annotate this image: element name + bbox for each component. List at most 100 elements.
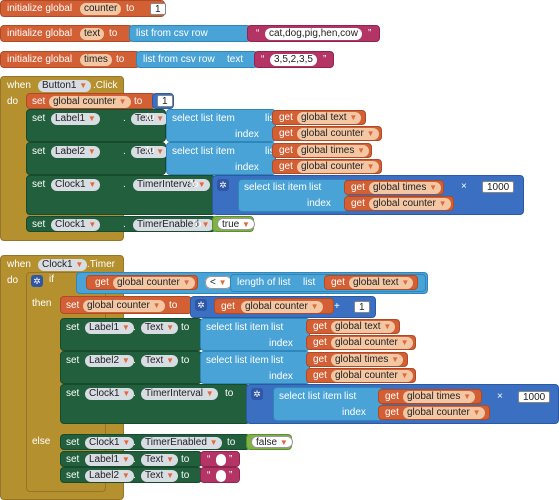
string-block[interactable]: “ ” — [200, 451, 240, 467]
get-block[interactable]: get global counter ▼ — [306, 335, 416, 350]
component-dropdown[interactable]: Label2 ▼ — [85, 355, 134, 367]
get-block[interactable]: get global counter ▼ — [272, 126, 382, 141]
var-dropdown[interactable]: global times ▼ — [297, 145, 370, 157]
select-list-item-block[interactable]: select list item list index — [200, 318, 310, 351]
component-dropdown[interactable]: Label2 ▼ — [51, 146, 100, 158]
get-block[interactable]: get global counter ▼ — [344, 196, 454, 211]
get-block[interactable]: get global counter ▼ — [272, 159, 382, 174]
property-dropdown[interactable]: TimerEnabled ▼ — [133, 219, 214, 231]
var-dropdown[interactable]: global counter ▼ — [297, 128, 379, 140]
var-dropdown[interactable]: global text ▼ — [297, 112, 362, 124]
set-global-counter-block[interactable]: set global counter ▼ to — [26, 93, 156, 109]
boolean-block[interactable]: true ▼ — [212, 216, 255, 232]
var-dropdown[interactable]: global times ▼ — [331, 354, 404, 366]
component-dropdown[interactable]: Clock1 ▼ — [38, 259, 88, 271]
select-list-item-block[interactable]: select list item list index — [200, 351, 310, 384]
gear-icon[interactable]: ✲ — [251, 388, 263, 400]
init-global-counter-block[interactable]: initialize global counter to 1 — [0, 0, 166, 17]
component-dropdown[interactable]: Label1 ▼ — [85, 322, 134, 334]
number-field[interactable]: 1 — [354, 301, 370, 313]
set-label2-text-block[interactable]: set Label2 ▼ . Text ▼ to — [60, 467, 202, 483]
select-list-item-block[interactable]: select list item list index — [166, 109, 277, 142]
string-block[interactable]: “ cat,dog,pig,hen,cow ” — [247, 25, 380, 42]
get-block[interactable]: get global text ▼ — [324, 275, 418, 290]
component-dropdown[interactable]: Button1 ▼ — [38, 80, 92, 92]
property-dropdown[interactable]: TimerInterval ▼ — [141, 388, 218, 400]
component-dropdown[interactable]: Clock1 ▼ — [85, 437, 135, 449]
set-label2-text-block[interactable]: set Label2 ▼ . Text ▼ — [26, 142, 169, 175]
set-global-counter-block[interactable]: set global counter ▼ to — [60, 296, 192, 314]
get-block[interactable]: get global times ▼ — [344, 180, 444, 195]
component-dropdown[interactable]: Clock1 ▼ — [51, 179, 101, 191]
var-dropdown[interactable]: global counter ▼ — [49, 96, 131, 108]
var-name-field[interactable]: counter — [80, 3, 122, 15]
var-dropdown[interactable]: global counter ▼ — [83, 300, 165, 312]
component-dropdown[interactable]: Label2 ▼ — [85, 470, 134, 482]
var-dropdown[interactable]: global counter ▼ — [331, 370, 413, 382]
boolean-dropdown[interactable]: true ▼ — [217, 218, 255, 230]
set-clock1-timerinterval-block[interactable]: set Clock1 ▼ . TimerInterval ▼ to — [26, 175, 216, 215]
get-block[interactable]: get global counter ▼ — [214, 298, 334, 314]
number-field[interactable]: 1 — [150, 3, 166, 15]
string-block[interactable]: “ 3,5,2,3,5 ” — [254, 51, 334, 68]
var-dropdown[interactable]: global times ▼ — [369, 182, 442, 194]
gear-icon[interactable]: ✲ — [217, 179, 229, 191]
var-name-field[interactable]: times — [80, 54, 112, 66]
property-dropdown[interactable]: TimerEnabled ▼ — [141, 437, 222, 449]
lt-operator-dropdown[interactable]: < ▼ — [205, 276, 232, 290]
string-field[interactable] — [216, 454, 226, 466]
var-dropdown[interactable]: global counter ▼ — [369, 198, 451, 210]
get-block[interactable]: get global text ▼ — [272, 110, 366, 125]
set-clock1-timerenabled-block[interactable]: set Clock1 ▼ . TimerEnabled ▼ to — [26, 216, 216, 232]
property-dropdown[interactable]: Text ▼ — [141, 470, 179, 482]
get-block[interactable]: get global counter ▼ — [306, 368, 416, 383]
set-label1-text-block[interactable]: set Label1 ▼ . Text ▼ to — [60, 451, 202, 467]
var-dropdown[interactable]: global text ▼ — [349, 277, 414, 289]
list-from-csv-row-block[interactable]: list from csv row text — [129, 25, 263, 42]
select-list-item-block[interactable]: select list item list index — [273, 387, 383, 421]
set-clock1-timerenabled-block[interactable]: set Clock1 ▼ . TimerEnabled ▼ to — [60, 434, 250, 450]
string-block[interactable]: “ ” — [200, 467, 240, 483]
list-from-csv-row-block[interactable]: list from csv row text — [136, 51, 258, 68]
number-field[interactable]: 1 — [157, 95, 173, 107]
var-dropdown[interactable]: global counter ▼ — [403, 407, 485, 419]
string-field[interactable]: cat,dog,pig,hen,cow — [265, 28, 362, 40]
component-dropdown[interactable]: Clock1 ▼ — [51, 219, 101, 231]
number-block[interactable]: 1 — [152, 93, 174, 109]
gear-icon[interactable]: ✲ — [31, 275, 43, 287]
boolean-block[interactable]: false ▼ — [246, 434, 293, 450]
init-global-text-block[interactable]: initialize global text to — [0, 25, 133, 42]
var-dropdown[interactable]: global text ▼ — [331, 321, 396, 333]
get-block[interactable]: get global times ▼ — [378, 389, 482, 404]
gear-icon[interactable]: ✲ — [195, 299, 207, 311]
get-block[interactable]: get global times ▼ — [306, 352, 408, 367]
var-dropdown[interactable]: global counter ▼ — [113, 277, 195, 289]
set-clock1-timerinterval-block[interactable]: set Clock1 ▼ . TimerInterval ▼ to — [60, 384, 250, 424]
var-dropdown[interactable]: global counter ▼ — [297, 161, 379, 173]
property-dropdown[interactable]: Text ▼ — [141, 454, 179, 466]
var-dropdown[interactable]: global times ▼ — [403, 391, 476, 403]
number-field[interactable]: 1000 — [518, 391, 551, 403]
select-list-item-block[interactable]: select list item list index — [166, 142, 277, 175]
string-field[interactable] — [216, 470, 226, 482]
string-field[interactable]: 3,5,2,3,5 — [270, 54, 317, 66]
property-dropdown[interactable]: Text ▼ — [141, 355, 179, 367]
component-dropdown[interactable]: Clock1 ▼ — [85, 388, 135, 400]
var-dropdown[interactable]: global counter ▼ — [241, 301, 323, 313]
get-block[interactable]: get global counter ▼ — [86, 275, 198, 290]
init-global-times-block[interactable]: initialize global times to — [0, 51, 140, 68]
get-block[interactable]: get global times ▼ — [272, 143, 372, 158]
select-list-item-block[interactable]: select list item list index — [238, 179, 348, 212]
set-label1-text-block[interactable]: set Label1 ▼ . Text ▼ — [26, 109, 169, 142]
set-label2-text-block[interactable]: set Label2 ▼ . Text ▼ to — [60, 351, 202, 384]
component-dropdown[interactable]: Label1 ▼ — [51, 113, 100, 125]
get-block[interactable]: get global counter ▼ — [378, 405, 490, 420]
set-label1-text-block[interactable]: set Label1 ▼ . Text ▼ to — [60, 318, 202, 351]
get-block[interactable]: get global text ▼ — [306, 319, 400, 334]
boolean-dropdown[interactable]: false ▼ — [251, 436, 293, 448]
var-dropdown[interactable]: global counter ▼ — [331, 337, 413, 349]
var-name-field[interactable]: text — [80, 28, 105, 40]
component-dropdown[interactable]: Label1 ▼ — [85, 454, 134, 466]
property-dropdown[interactable]: Text ▼ — [141, 322, 179, 334]
number-field[interactable]: 1000 — [482, 181, 515, 193]
